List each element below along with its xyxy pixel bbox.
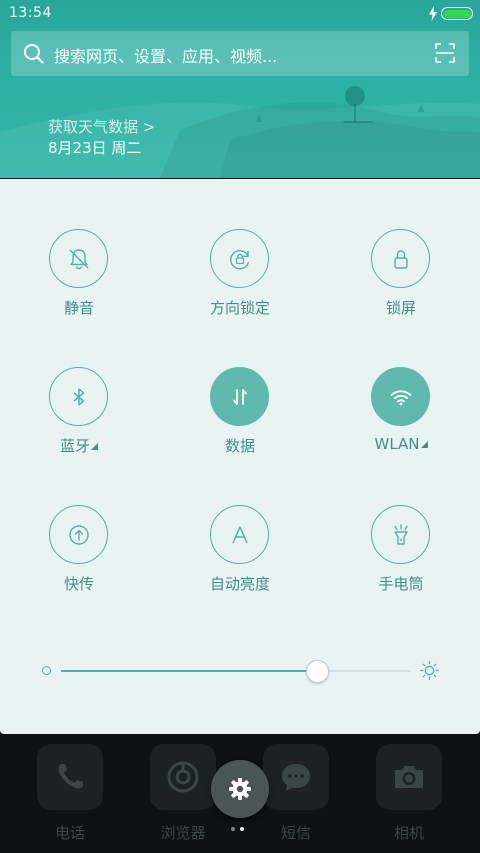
scan-icon[interactable]	[435, 43, 455, 63]
wifi-icon	[390, 389, 411, 405]
status-bar: 13:54	[0, 0, 480, 28]
toggle-flashlight[interactable]: 手电筒	[341, 505, 461, 605]
phone-icon	[58, 764, 83, 789]
gear-icon	[229, 778, 251, 800]
messages-icon	[282, 764, 310, 791]
toggle-quick-transfer-button[interactable]	[49, 505, 108, 564]
toggle-wlan-button[interactable]	[371, 367, 430, 426]
menu-indicator-icon	[420, 441, 428, 448]
toggle-quick-transfer[interactable]: 快传	[19, 505, 139, 605]
brightness-fill	[61, 670, 317, 672]
page-indicator	[231, 827, 251, 833]
toggle-mobile-data-label: 数据	[224, 437, 255, 455]
toggle-flashlight-label: 手电筒	[378, 575, 424, 593]
toggle-bluetooth-label: 蓝牙	[19, 435, 139, 456]
browser-icon	[167, 761, 199, 793]
toggle-auto-brightness-label: 自动亮度	[209, 575, 270, 593]
toggle-lock-screen-button[interactable]	[371, 229, 430, 288]
search-icon	[24, 44, 44, 64]
lock-icon	[393, 249, 408, 269]
search-input[interactable]: 搜索网页、设置、应用、视频...	[54, 43, 277, 67]
toggle-bluetooth[interactable]: 蓝牙	[19, 367, 139, 467]
brightness-high-icon	[420, 661, 439, 680]
toggle-rotation-lock-button[interactable]	[210, 229, 269, 288]
brightness-slider[interactable]	[38, 659, 442, 683]
mobile-data-icon	[232, 388, 247, 405]
settings-button[interactable]	[211, 760, 269, 818]
messages-app-icon[interactable]	[263, 744, 329, 810]
quick-settings-panel: 静音 方向锁定 锁屏 蓝牙 数据 WLAN 快传 自动亮度 手电筒	[0, 179, 480, 734]
app-phone[interactable]: 电话	[21, 744, 121, 844]
brightness-low-icon	[42, 666, 51, 675]
toggle-lock-screen[interactable]: 锁屏	[341, 229, 461, 329]
app-camera[interactable]: 相机	[360, 744, 460, 844]
charging-icon	[429, 6, 437, 21]
camera-app-icon[interactable]	[376, 744, 442, 810]
app-browser-label: 浏览器	[160, 824, 206, 842]
camera-icon	[395, 766, 423, 788]
flashlight-icon	[393, 523, 408, 545]
toggle-silent-button[interactable]	[49, 229, 108, 288]
toggle-silent-label: 静音	[63, 299, 94, 317]
bluetooth-icon	[73, 387, 84, 406]
toggle-quick-transfer-label: 快传	[63, 575, 94, 593]
toggle-mobile-data-button[interactable]	[210, 367, 269, 426]
brightness-track[interactable]	[61, 660, 411, 683]
battery-icon	[441, 7, 473, 20]
app-messages-label: 短信	[280, 824, 311, 842]
clock: 13:54	[9, 5, 52, 21]
page-dot	[240, 827, 244, 831]
notification-header: 13:54 搜索网页、设置、应用、视频... 获取天气数据 > 8月23日 周二	[0, 0, 480, 178]
toggle-bluetooth-button[interactable]	[49, 367, 108, 426]
toggle-rotation-lock[interactable]: 方向锁定	[180, 229, 300, 329]
toggle-lock-screen-label: 锁屏	[385, 299, 416, 317]
silent-bell-icon	[69, 248, 88, 269]
toggle-silent[interactable]: 静音	[19, 229, 139, 329]
app-phone-label: 电话	[54, 824, 85, 842]
weather-link[interactable]: 获取天气数据 >	[48, 116, 155, 137]
battery-level	[443, 9, 471, 18]
app-camera-label: 相机	[393, 824, 424, 842]
page-dot	[231, 827, 235, 831]
toggle-wlan[interactable]: WLAN	[341, 367, 461, 467]
quick-transfer-icon	[68, 524, 89, 545]
date-label: 8月23日 周二	[48, 139, 142, 157]
auto-brightness-icon	[231, 525, 248, 543]
toggle-auto-brightness[interactable]: 自动亮度	[180, 505, 300, 605]
menu-indicator-icon	[91, 443, 98, 450]
toggle-mobile-data[interactable]: 数据	[180, 367, 300, 467]
home-dock: 电话 浏览器 短信 相机	[0, 734, 480, 853]
toggle-flashlight-button[interactable]	[371, 505, 430, 564]
toggle-wlan-label: WLAN	[341, 435, 461, 453]
toggle-auto-brightness-button[interactable]	[210, 505, 269, 564]
phone-app-icon[interactable]	[37, 744, 103, 810]
search-bar[interactable]: 搜索网页、设置、应用、视频...	[11, 31, 469, 76]
browser-app-icon[interactable]	[150, 744, 216, 810]
rotation-lock-icon	[229, 249, 249, 269]
toggle-rotation-lock-label: 方向锁定	[209, 299, 270, 317]
brightness-thumb[interactable]	[305, 660, 329, 683]
